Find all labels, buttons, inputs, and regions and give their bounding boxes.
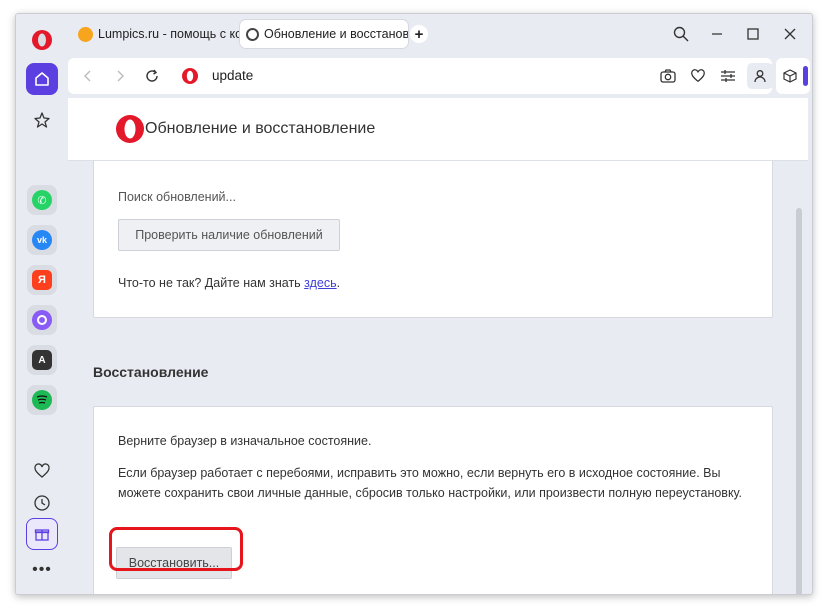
snapshot-button[interactable] [658,66,678,86]
user-icon [754,70,766,83]
alice-app-button[interactable] [27,305,57,335]
reload-icon [146,69,158,82]
alice-icon [32,310,52,330]
page-title: Обновление и восстановление [145,120,376,137]
chevron-left-icon [84,70,91,82]
vk-app-button[interactable]: vk [27,225,57,255]
opera-logo-icon [32,30,52,50]
camera-icon [660,69,676,83]
close-button[interactable] [775,22,805,46]
profile-button[interactable] [747,63,773,89]
gift-icon [34,529,50,541]
maximize-icon [747,28,759,40]
bookmark-button[interactable] [688,66,708,86]
restore-highlight-box [109,527,243,571]
translate-app-button[interactable]: A [27,345,57,375]
heart-icon [691,69,705,83]
search-tabs-button[interactable] [666,22,696,46]
search-icon [673,26,689,42]
easy-setup-button[interactable] [718,66,738,86]
tab-update[interactable]: Обновление и восстанов [240,20,408,48]
more-icon[interactable]: ••• [26,554,58,586]
opera-logo-icon [116,115,144,143]
extensions-button[interactable] [780,66,800,86]
vk-icon: vk [32,230,52,250]
tab-label: Обновление и восстанов [264,27,408,41]
spotify-app-button[interactable] [27,385,57,415]
feedback-prefix: Что-то не так? Дайте нам знать [118,276,305,290]
opera-site-icon [180,66,200,86]
page-header: Обновление и восстановление [68,98,808,161]
tab-lumpics[interactable]: Lumpics.ru - помощь с ко [72,20,244,48]
gift-button[interactable] [26,518,58,550]
recovery-description: Если браузер работает с перебоями, испра… [118,466,743,500]
tab-label: Lumpics.ru - помощь с ко [98,27,243,41]
page-content: Поиск обновлений... Проверить наличие об… [68,98,808,594]
yandex-icon: Я [32,270,52,290]
whatsapp-icon: ✆ [32,190,52,210]
cube-icon [783,69,797,83]
feedback-link[interactable]: здесь [304,276,336,290]
minimize-button[interactable] [702,22,732,46]
chevron-right-icon [117,70,124,82]
spotify-icon [32,390,52,410]
star-icon [34,112,50,128]
clock-icon [34,495,50,511]
feedback-text: Что-то не так? Дайте нам знать здесь. [118,273,340,293]
maximize-button[interactable] [738,22,768,46]
sliders-icon [721,70,735,82]
url-input[interactable]: update [212,68,253,83]
scrollbar[interactable] [796,208,802,594]
close-icon [784,28,796,40]
update-status: Поиск обновлений... [118,190,236,204]
heart-icon [34,463,50,478]
extensions-area [776,58,810,94]
sidebar: ✆ vk Я A ••• [16,14,68,594]
browser-window: ✆ vk Я A ••• Lumpics.ru - помощь с ко Об… [15,13,813,595]
accent-indicator [803,66,808,86]
new-tab-button[interactable]: + [410,25,428,43]
whatsapp-app-button[interactable]: ✆ [27,185,57,215]
feedback-suffix: . [336,276,341,290]
pinboard-button[interactable] [26,104,58,136]
opera-menu-button[interactable] [26,24,58,56]
recovery-section-title: Восстановление [93,364,209,380]
address-bar: update [68,58,773,94]
favorites-button[interactable] [26,455,58,487]
yandex-app-button[interactable]: Я [27,265,57,295]
check-updates-button[interactable]: Проверить наличие обновлений [118,219,340,251]
update-card: Поиск обновлений... Проверить наличие об… [93,152,773,318]
reload-button[interactable] [142,66,162,86]
home-icon [35,72,49,86]
home-button[interactable] [26,63,58,95]
translate-icon: A [32,350,52,370]
minimize-icon [712,33,722,35]
orange-favicon-icon [78,26,93,42]
tab-bar: Lumpics.ru - помощь с ко Обновление и во… [68,14,812,54]
forward-button[interactable] [110,66,130,86]
back-button[interactable] [78,66,98,86]
opera-favicon-icon [246,27,259,41]
history-button[interactable] [26,487,58,519]
recovery-intro: Верните браузер в изначальное состояние. [118,434,372,448]
